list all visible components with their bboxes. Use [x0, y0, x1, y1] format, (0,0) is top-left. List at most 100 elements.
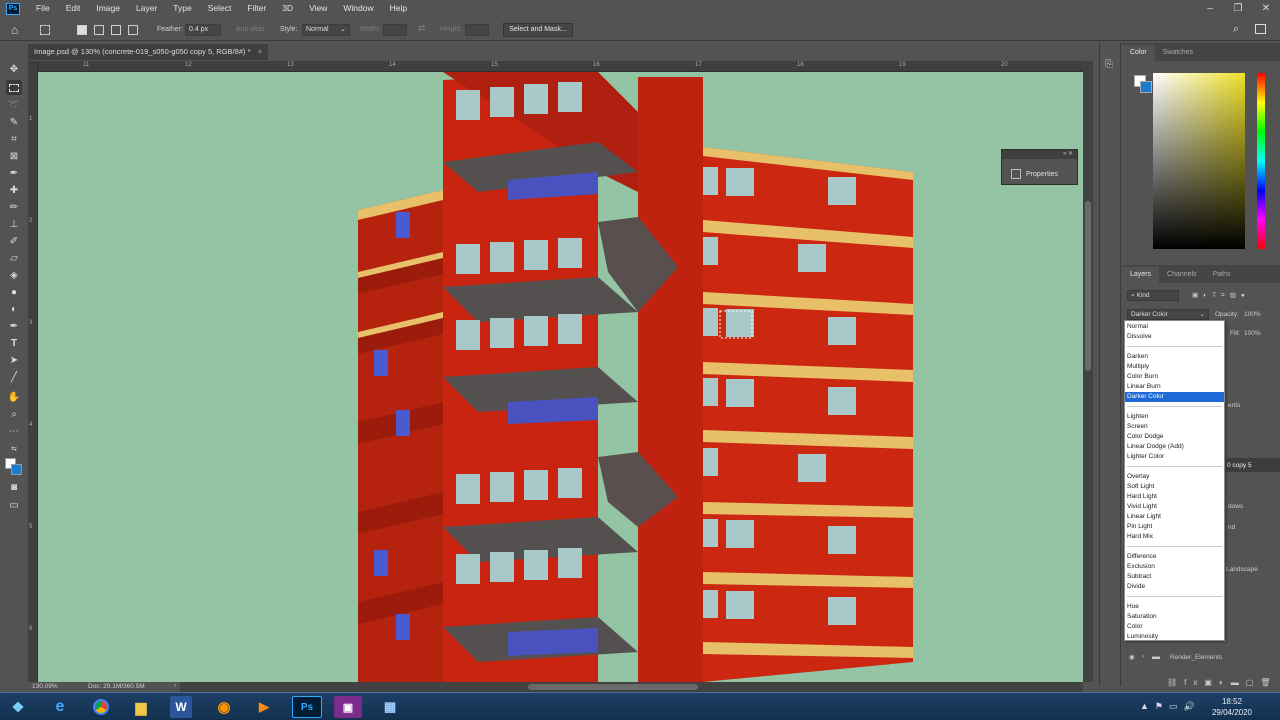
hand-tool-icon[interactable]: ✋: [6, 390, 22, 405]
menu-3d[interactable]: 3D: [274, 0, 301, 17]
tab-swatches[interactable]: Swatches: [1155, 45, 1201, 61]
properties-panel-header[interactable]: » ✕: [1002, 150, 1077, 159]
paint-bucket-tool-icon[interactable]: ◈: [6, 268, 22, 283]
blend-mode-option[interactable]: Overlay: [1125, 472, 1224, 482]
menu-layer[interactable]: Layer: [128, 0, 165, 17]
blend-mode-option[interactable]: Exclusion: [1125, 562, 1224, 572]
system-tray-icons[interactable]: ▲⚑▭🔊: [1140, 701, 1201, 712]
history-brush-tool-icon[interactable]: ✐: [6, 234, 22, 249]
blend-mode-option[interactable]: Linear Burn: [1125, 382, 1224, 392]
width-input[interactable]: [383, 24, 407, 36]
blend-mode-option-selected[interactable]: Darker Color: [1125, 392, 1224, 402]
document-tab[interactable]: Image.psd @ 130% (concrete-019_s050-g050…: [28, 43, 268, 60]
tab-layers[interactable]: Layers: [1122, 267, 1160, 283]
intersect-selection-icon[interactable]: [128, 25, 138, 35]
status-menu-arrow-icon[interactable]: ›: [174, 682, 176, 689]
layer-name-partial[interactable]: dows: [1228, 503, 1243, 510]
horizontal-scrollbar[interactable]: [180, 682, 1083, 692]
blend-mode-option[interactable]: Color: [1125, 622, 1224, 632]
blend-mode-option[interactable]: Normal: [1125, 322, 1224, 332]
path-selection-tool-icon[interactable]: ➤: [6, 353, 22, 368]
firefox-icon[interactable]: ◉: [210, 696, 238, 718]
style-select[interactable]: Normal ⌄: [302, 24, 350, 36]
layer-name-partial[interactable]: 0 copy 5: [1227, 462, 1252, 469]
color-panel-background-swatch[interactable]: [1140, 81, 1152, 93]
zoom-tool-icon[interactable]: ⌕: [6, 407, 22, 422]
hue-slider[interactable]: [1257, 73, 1265, 249]
blend-mode-option[interactable]: Darken: [1125, 352, 1224, 362]
quick-selection-tool-icon[interactable]: ✎: [6, 115, 22, 130]
window-app-icon[interactable]: ▦: [376, 696, 404, 718]
minimize-button[interactable]: –: [1196, 0, 1224, 17]
menu-help[interactable]: Help: [382, 0, 415, 17]
layer-kind-filter[interactable]: ⌕ Kind: [1127, 290, 1179, 301]
menu-select[interactable]: Select: [200, 0, 240, 17]
blend-mode-select[interactable]: Darker Color ⌄: [1127, 309, 1209, 320]
tab-paths[interactable]: Paths: [1205, 267, 1239, 283]
blend-mode-option[interactable]: Hue: [1125, 602, 1224, 612]
line-tool-icon[interactable]: ╱: [6, 370, 22, 385]
blend-mode-option[interactable]: Soft Light: [1125, 482, 1224, 492]
blend-mode-option[interactable]: Color Burn: [1125, 372, 1224, 382]
eraser-tool-icon[interactable]: ▱: [6, 251, 22, 266]
type-tool-icon[interactable]: T: [6, 336, 22, 351]
properties-panel[interactable]: » ✕ Properties: [1001, 149, 1078, 185]
rectangular-marquee-tool-icon[interactable]: [6, 80, 22, 95]
menu-view[interactable]: View: [301, 0, 335, 17]
pen-tool-icon[interactable]: ✒: [6, 319, 22, 334]
vertical-scroll-thumb[interactable]: [1085, 201, 1091, 371]
blend-mode-option[interactable]: Hard Mix: [1125, 532, 1224, 542]
word-icon[interactable]: W: [170, 696, 192, 718]
blend-mode-dropdown[interactable]: Normal Dissolve Darken Multiply Color Bu…: [1124, 320, 1225, 641]
tab-color[interactable]: Color: [1122, 45, 1155, 61]
menu-file[interactable]: File: [28, 0, 58, 17]
dodge-tool-icon[interactable]: ◐: [6, 302, 22, 317]
blend-mode-option[interactable]: Vivid Light: [1125, 502, 1224, 512]
chrome-icon[interactable]: [87, 696, 115, 718]
quick-mask-icon[interactable]: ◙: [6, 480, 22, 495]
more-tools-icon[interactable]: ⋯: [6, 424, 22, 439]
blend-mode-option[interactable]: Color Dodge: [1125, 432, 1224, 442]
lasso-tool-icon[interactable]: ➰: [6, 98, 22, 113]
add-selection-icon[interactable]: [94, 25, 104, 35]
search-icon[interactable]: ⌕: [1233, 23, 1239, 36]
blend-mode-option[interactable]: Linear Light: [1125, 512, 1224, 522]
blur-tool-icon[interactable]: ●: [6, 285, 22, 300]
close-document-icon[interactable]: ×: [258, 44, 262, 60]
blend-mode-option[interactable]: Multiply: [1125, 362, 1224, 372]
color-picker-field[interactable]: [1153, 73, 1245, 249]
blend-mode-option[interactable]: Luminosity: [1125, 632, 1224, 642]
taskbar-clock[interactable]: 18:52 29/04/2020: [1212, 696, 1252, 718]
menu-edit[interactable]: Edit: [58, 0, 89, 17]
media-player-icon[interactable]: ▶: [250, 696, 278, 718]
close-window-button[interactable]: ✕: [1252, 0, 1280, 17]
zoom-level[interactable]: 130.09%: [32, 683, 58, 690]
blend-mode-option[interactable]: Lighten: [1125, 412, 1224, 422]
chevron-right-icon[interactable]: ›: [1142, 653, 1144, 660]
anti-alias-checkbox[interactable]: Anti-alias: [236, 26, 265, 33]
brush-tool-icon[interactable]: ✏: [6, 200, 22, 215]
clone-stamp-tool-icon[interactable]: ⊥: [6, 217, 22, 232]
layer-name-partial[interactable]: nd: [1228, 524, 1235, 531]
feather-input[interactable]: 0.4 px: [185, 24, 221, 36]
select-and-mask-button[interactable]: Select and Mask...: [503, 23, 573, 37]
height-input[interactable]: [465, 24, 489, 36]
blend-mode-option[interactable]: Screen: [1125, 422, 1224, 432]
visibility-eye-icon[interactable]: ◉: [1129, 653, 1135, 661]
blend-mode-option[interactable]: Pin Light: [1125, 522, 1224, 532]
vertical-scrollbar[interactable]: [1083, 61, 1093, 682]
document-canvas[interactable]: [38, 72, 1083, 682]
new-selection-icon[interactable]: [77, 25, 87, 35]
menu-window[interactable]: Window: [335, 0, 381, 17]
tab-channels[interactable]: Channels: [1159, 267, 1205, 283]
internet-explorer-icon[interactable]: e: [46, 696, 74, 718]
layer-name-partial[interactable]: Landscape: [1226, 566, 1258, 573]
healing-brush-tool-icon[interactable]: ✚: [6, 183, 22, 198]
blend-mode-option[interactable]: Hard Light: [1125, 492, 1224, 502]
swap-colors-icon[interactable]: ⇆: [6, 441, 22, 456]
swap-icon[interactable]: ⇄: [418, 23, 426, 34]
photoshop-taskbar-icon[interactable]: Ps: [292, 696, 322, 718]
subtract-selection-icon[interactable]: [111, 25, 121, 35]
history-panel-icon[interactable]: ⎘: [1105, 59, 1113, 70]
layer-panel-bottom-icons[interactable]: ⛓fx▣◐▬▢🗑: [1167, 678, 1277, 687]
